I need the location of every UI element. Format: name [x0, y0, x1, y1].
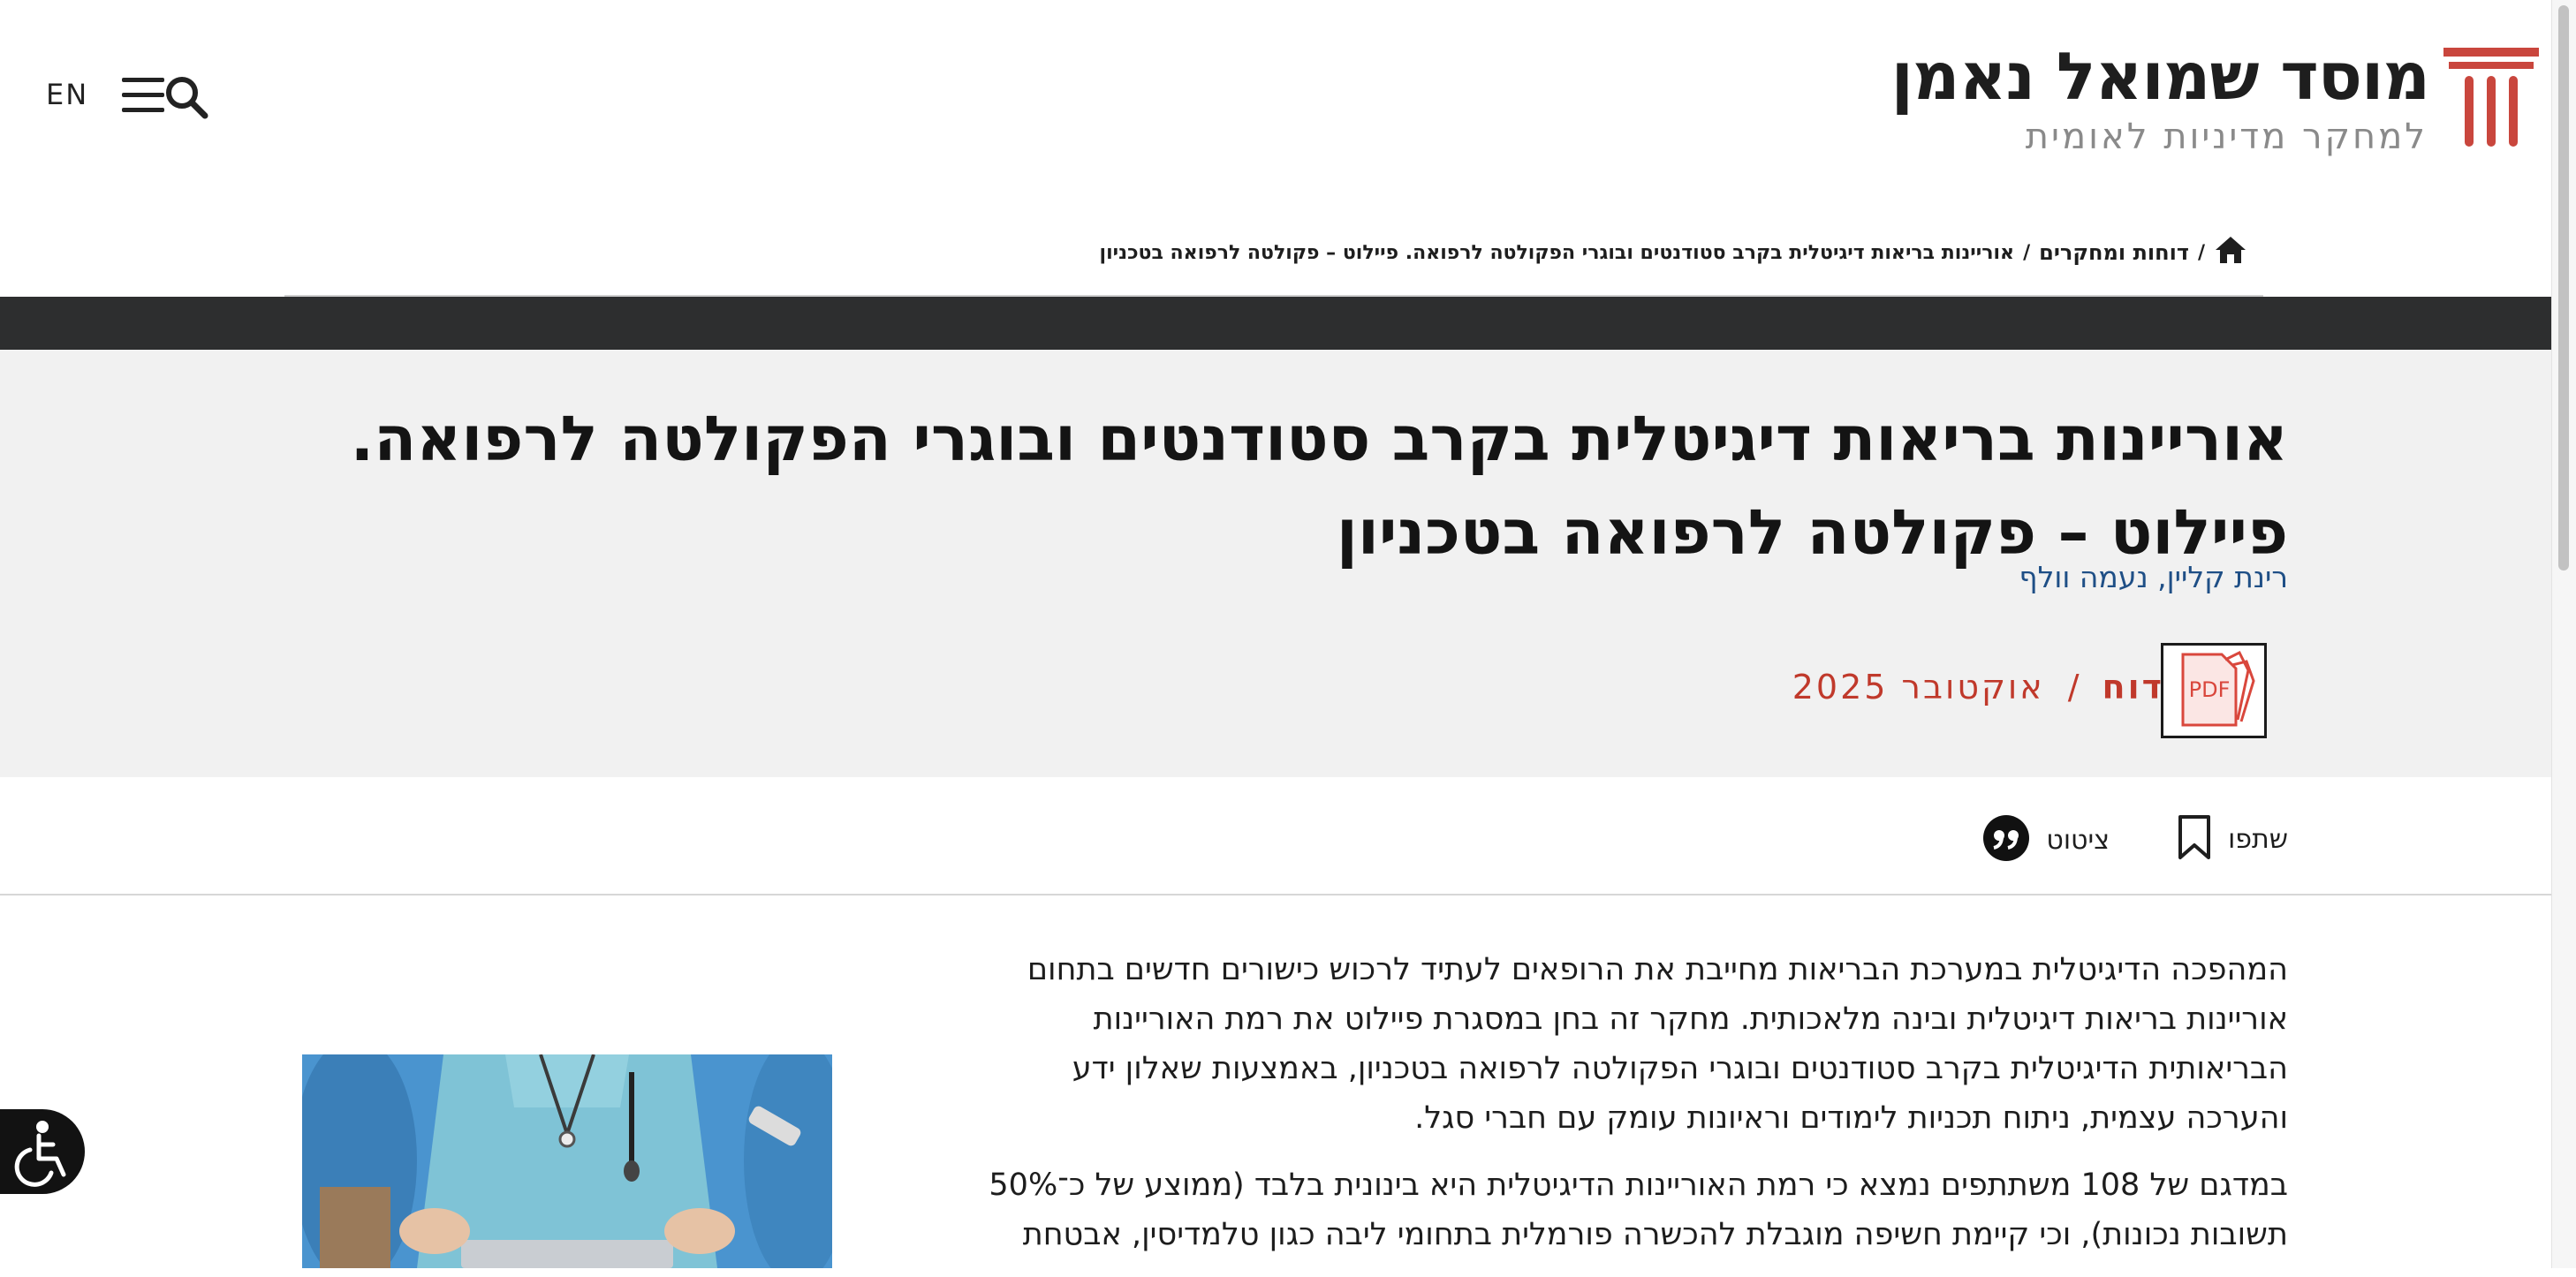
accessibility-button[interactable]	[0, 1109, 85, 1194]
body-line: במדגם של 108 משתתפים נמצא כי רמת האוריינ…	[989, 1167, 2288, 1203]
logo-subtitle: למחקר מדיניות לאומית	[2025, 117, 2428, 157]
share-label: שתפו	[2228, 823, 2288, 855]
article-type: דוח	[2102, 668, 2164, 707]
body-line: המהפכה הדיגיטלית במערכת הבריאות מחייבת א…	[1027, 952, 2288, 987]
pdf-icon-label: PDF	[2189, 677, 2231, 702]
article-meta: דוח / אוקטובר 2025	[1792, 668, 2164, 707]
breadcrumb-separator: /	[2023, 241, 2031, 264]
wheelchair-icon	[14, 1121, 66, 1187]
cite-button[interactable]: ציטוט	[1982, 814, 2110, 865]
page-title-line-2: פיילוט – פקולטה לרפואה בטכניון	[1336, 496, 2288, 569]
body-line: אוריינות בריאות דיגיטלית ובינה מלאכותית.…	[1093, 1001, 2288, 1037]
language-switch-link[interactable]: EN	[46, 78, 88, 111]
breadcrumb-reports-link[interactable]: דוחות ומחקרים	[2039, 240, 2189, 265]
body-line: תשובות נכונות), וכי קיימת חשיפה מוגבלת ל…	[1022, 1217, 2288, 1252]
breadcrumb-current: אוריינות בריאות דיגיטלית בקרב סטודנטים ו…	[1099, 241, 2015, 264]
article-body: המהפכה הדיגיטלית במערכת הבריאות מחייבת א…	[875, 945, 2288, 1277]
home-icon[interactable]	[2214, 235, 2247, 270]
article-image	[302, 1054, 832, 1268]
body-line: הבריאותית הדיגיטלית בקרב סטודנטים ובוגרי…	[1072, 1051, 2288, 1086]
scrollbar-thumb[interactable]	[2558, 5, 2569, 570]
body-line: והערכה עצמית, ניתוח תכניות לימודים וראיו…	[1414, 1100, 2288, 1136]
body-paragraph: המהפכה הדיגיטלית במערכת הבריאות מחייבת א…	[875, 945, 2288, 1143]
page-title: אוריינות בריאות דיגיטלית בקרב סטודנטים ו…	[256, 392, 2288, 579]
body-paragraph: במדגם של 108 משתתפים נמצא כי רמת האוריינ…	[875, 1160, 2288, 1259]
logo-title[interactable]: מוסד שמואל נאמן	[1891, 39, 2430, 115]
logo-pillar-icon[interactable]	[2440, 46, 2542, 154]
breadcrumb: / דוחות ומחקרים / אוריינות בריאות דיגיטל…	[1100, 235, 2247, 270]
search-icon[interactable]	[163, 74, 210, 124]
breadcrumb-separator: /	[2197, 241, 2205, 264]
quote-icon	[1982, 814, 2030, 865]
authors-link[interactable]: רינת קליין, נעמה וולף	[2019, 560, 2288, 594]
dark-band	[0, 297, 2551, 350]
menu-icon[interactable]	[120, 74, 166, 120]
pdf-download-icon[interactable]: PDF	[2161, 643, 2267, 738]
page-title-line-1: אוריינות בריאות דיגיטלית בקרב סטודנטים ו…	[350, 403, 2288, 475]
article-date: אוקטובר 2025	[1792, 668, 2045, 707]
cite-label: ציטוט	[2046, 824, 2110, 856]
share-button[interactable]: שתפו	[2177, 814, 2288, 864]
meta-separator: /	[2067, 668, 2080, 707]
bookmark-icon	[2177, 814, 2212, 864]
action-bar	[0, 777, 2551, 895]
